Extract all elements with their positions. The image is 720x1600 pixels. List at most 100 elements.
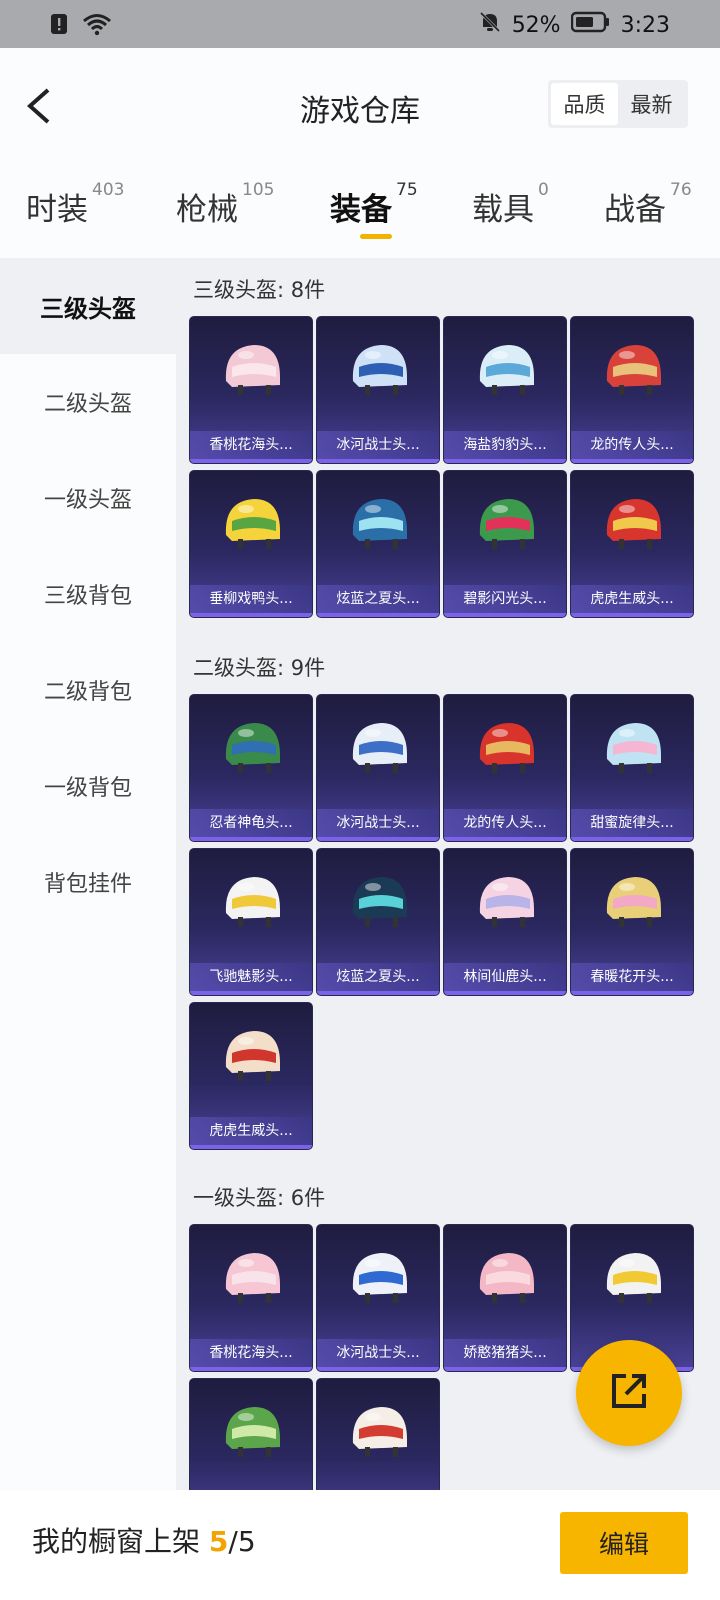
rarity-bar (190, 613, 312, 617)
share-icon (606, 1368, 652, 1418)
rarity-bar (190, 1367, 312, 1371)
item-name: 春暖花开头... (571, 963, 693, 991)
share-button[interactable] (576, 1340, 682, 1446)
sidebar-item-backpack-pendant[interactable]: 背包挂件 (0, 834, 176, 930)
tab-vehicles[interactable]: 载具0 (472, 180, 549, 229)
wifi-icon (82, 12, 112, 42)
helmet-icon (479, 877, 534, 927)
rarity-bar (190, 991, 312, 995)
helmet-icon (352, 723, 407, 773)
item-name: 飞驰魅影头... (190, 963, 312, 991)
tab-supplies[interactable]: 战备76 (604, 180, 692, 229)
helmet-icon (606, 1253, 661, 1303)
item-name: 忍者神龟头... (190, 809, 312, 837)
item-card[interactable] (189, 1378, 313, 1490)
showcase-count: 我的橱窗上架 5/5 (32, 1520, 256, 1560)
sidebar: 三级头盔 二级头盔 一级头盔 三级背包 二级背包 一级背包 背包挂件 (0, 258, 176, 1490)
helmet-icon (352, 1253, 407, 1303)
item-name: 香桃花海头... (190, 431, 312, 459)
item-name: 虎虎生威头... (190, 1117, 312, 1145)
item-card[interactable]: 林间仙鹿头... (443, 848, 567, 996)
rarity-bar (571, 837, 693, 841)
section-title: 二级头盔: 9件 (193, 656, 326, 680)
rarity-bar (190, 459, 312, 463)
tab-guns[interactable]: 枪械105 (176, 180, 274, 229)
rarity-bar (571, 991, 693, 995)
helmet-icon (225, 723, 280, 773)
item-card[interactable]: 炫蓝之夏头... (316, 470, 440, 618)
sidebar-item-lv3-helmet[interactable]: 三级头盔 (0, 258, 176, 354)
battery-icon (570, 11, 611, 39)
sidebar-item-lv1-helmet[interactable]: 一级头盔 (0, 450, 176, 546)
active-tab-indicator (360, 234, 392, 239)
item-name: 龙的传人头... (571, 431, 693, 459)
helmet-icon (225, 877, 280, 927)
item-card[interactable]: 春暖花开头... (570, 848, 694, 996)
item-name: 炫蓝之夏头... (317, 963, 439, 991)
rarity-bar (571, 459, 693, 463)
rarity-bar (317, 1367, 439, 1371)
sidebar-item-lv1-backpack[interactable]: 一级背包 (0, 738, 176, 834)
showcase-label: 我的橱窗上架 (32, 1525, 201, 1558)
rarity-bar (317, 991, 439, 995)
sort-toggle: 品质 最新 (548, 80, 688, 128)
rarity-bar (571, 613, 693, 617)
item-card[interactable]: 冰河战士头... (316, 316, 440, 464)
mute-bell-icon (478, 10, 502, 40)
helmet-icon (225, 1407, 280, 1457)
rarity-bar (444, 613, 566, 617)
edit-button[interactable]: 编辑 (560, 1512, 688, 1574)
item-card[interactable]: 甜蜜旋律头... (570, 694, 694, 842)
sort-newest-button[interactable]: 最新 (618, 83, 685, 125)
rarity-bar (444, 1367, 566, 1371)
item-card[interactable]: 碧影闪光头... (443, 470, 567, 618)
item-grid-area: 三级头盔: 8件 二级头盔: 9件 一级头盔: 6件 香桃花海头... 冰河战士头… (176, 258, 720, 1490)
item-card[interactable]: 香桃花海头... (189, 316, 313, 464)
tab-equipment[interactable]: 装备75 (330, 180, 418, 229)
section-title: 一级头盔: 6件 (193, 1186, 326, 1210)
rarity-bar (190, 837, 312, 841)
item-card[interactable]: 虎虎生威头... (570, 470, 694, 618)
footer-bar: 我的橱窗上架 5/5 编辑 (0, 1490, 720, 1600)
sidebar-item-lv3-backpack[interactable]: 三级背包 (0, 546, 176, 642)
item-name: 冰河战士头... (317, 1339, 439, 1367)
tab-fashion[interactable]: 时装403 (26, 180, 124, 229)
helmet-icon (479, 499, 534, 549)
helmet-icon (479, 723, 534, 773)
item-card[interactable]: 龙的传人头... (443, 694, 567, 842)
status-bar: 52% 3:23 (0, 0, 720, 48)
item-card[interactable] (316, 1378, 440, 1490)
item-name: 林间仙鹿头... (444, 963, 566, 991)
item-name: 海盐豹豹头... (444, 431, 566, 459)
item-card[interactable]: 垂柳戏鸭头... (189, 470, 313, 618)
helmet-icon (225, 1253, 280, 1303)
item-card[interactable]: 飞驰魅影头... (189, 848, 313, 996)
sort-quality-button[interactable]: 品质 (551, 83, 618, 125)
item-card[interactable]: 忍者神龟头... (189, 694, 313, 842)
sidebar-item-lv2-helmet[interactable]: 二级头盔 (0, 354, 176, 450)
rarity-bar (317, 837, 439, 841)
item-name: 甜蜜旋律头... (571, 809, 693, 837)
rarity-bar (444, 459, 566, 463)
rarity-bar (317, 613, 439, 617)
item-card[interactable]: 娇憨猪猪头... (443, 1224, 567, 1372)
sidebar-item-lv2-backpack[interactable]: 二级背包 (0, 642, 176, 738)
helmet-icon (479, 1253, 534, 1303)
section-title: 三级头盔: 8件 (193, 278, 326, 302)
item-card[interactable]: 炫蓝之夏头... (316, 848, 440, 996)
showcase-total: /5 (228, 1525, 256, 1558)
helmet-icon (352, 499, 407, 549)
item-card[interactable]: 虎虎生威头... (189, 1002, 313, 1150)
helmet-icon (606, 499, 661, 549)
item-card[interactable]: 龙的传人头... (570, 316, 694, 464)
item-name: 虎虎生威头... (571, 585, 693, 613)
helmet-icon (225, 1031, 280, 1081)
helmet-icon (225, 499, 280, 549)
rarity-bar (444, 837, 566, 841)
helmet-icon (352, 877, 407, 927)
item-card[interactable]: 香桃花海头... (189, 1224, 313, 1372)
item-card[interactable]: 冰河战士头... (316, 1224, 440, 1372)
alert-icon (50, 13, 68, 41)
item-card[interactable]: 冰河战士头... (316, 694, 440, 842)
item-card[interactable]: 海盐豹豹头... (443, 316, 567, 464)
